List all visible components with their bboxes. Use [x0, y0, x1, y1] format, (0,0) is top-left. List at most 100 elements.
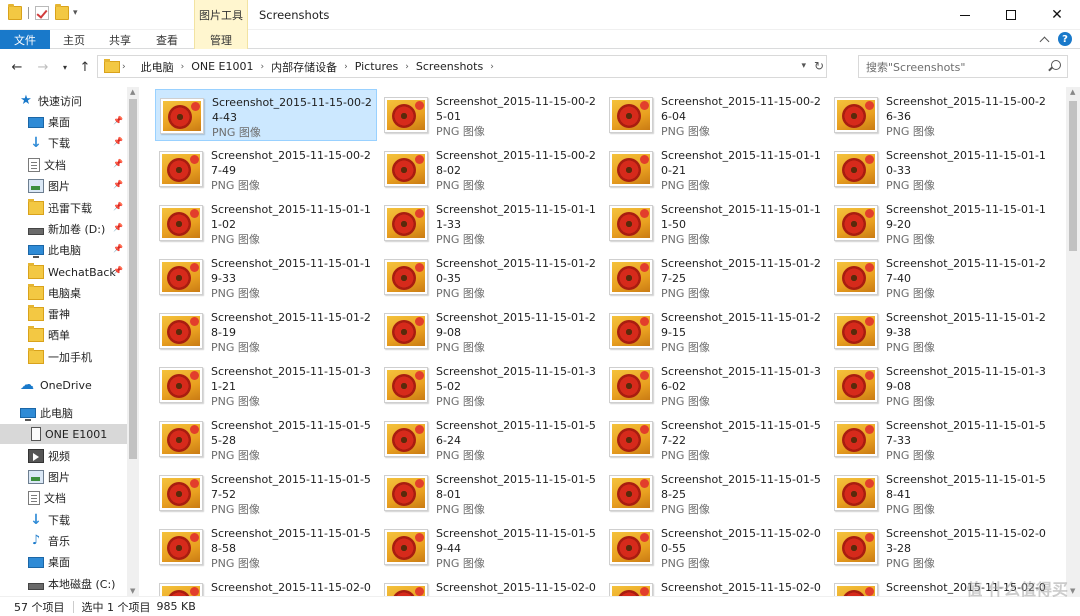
tab-home[interactable]: 主页	[53, 30, 95, 49]
nav-item[interactable]: 一加手机	[0, 347, 127, 367]
file-item[interactable]: Screenshot_2015-11-15-00-26-36 PNG 图像	[830, 89, 1052, 141]
file-item[interactable]: Screenshot_2015-11-15-02-04-4PNG 图像	[605, 575, 827, 596]
file-item[interactable]: Screenshot_2015-11-15-01-57-22 PNG 图像	[605, 413, 827, 465]
file-item[interactable]: Screenshot_2015-11-15-01-58-01 PNG 图像	[380, 467, 602, 519]
file-item[interactable]: Screenshot_2015-11-15-01-31-21 PNG 图像	[155, 359, 377, 411]
file-item[interactable]: Screenshot_2015-11-15-01-19-33 PNG 图像	[155, 251, 377, 303]
file-item[interactable]: Screenshot_2015-11-15-01-58-41 PNG 图像	[830, 467, 1052, 519]
file-item[interactable]: Screenshot_2015-11-15-02-03-4PNG 图像	[155, 575, 377, 596]
folder-icon[interactable]	[8, 4, 22, 20]
nav-item[interactable]: ★ 快速访问	[0, 91, 127, 111]
content-scrollbar[interactable]: ▲ ▼	[1066, 87, 1080, 596]
address-history-dropdown-icon[interactable]: ▾	[801, 61, 806, 71]
file-item[interactable]: Screenshot_2015-11-15-01-57-33 PNG 图像	[830, 413, 1052, 465]
file-item[interactable]: Screenshot_2015-11-15-01-27-40 PNG 图像	[830, 251, 1052, 303]
nav-item[interactable]: 视频	[0, 446, 127, 466]
content-scrollbar-thumb[interactable]	[1069, 101, 1077, 251]
chevron-right-icon[interactable]: ›	[342, 62, 350, 72]
file-item[interactable]: Screenshot_2015-11-15-01-10-21 PNG 图像	[605, 143, 827, 195]
minimize-button[interactable]	[942, 0, 988, 30]
collapse-ribbon-icon[interactable]	[1039, 36, 1050, 46]
tab-share[interactable]: 共享	[99, 30, 141, 49]
file-item[interactable]: Screenshot_2015-11-15-01-20-35 PNG 图像	[380, 251, 602, 303]
file-item[interactable]: Screenshot_2015-11-15-02-00-55 PNG 图像	[605, 521, 827, 573]
file-item[interactable]: Screenshot_2015-11-15-01-11-50 PNG 图像	[605, 197, 827, 249]
nav-item[interactable]: 此电脑	[0, 403, 127, 423]
nav-item[interactable]: ↓ 下载 📌	[0, 133, 127, 153]
file-item[interactable]: Screenshot_2015-11-15-01-11-02 PNG 图像	[155, 197, 377, 249]
file-item[interactable]: Screenshot_2015-11-15-01-10-33 PNG 图像	[830, 143, 1052, 195]
tab-view[interactable]: 查看	[146, 30, 188, 49]
forward-button[interactable]: →	[34, 58, 52, 76]
nav-item[interactable]: ☁ OneDrive	[0, 375, 127, 395]
nav-item[interactable]: 文档 📌	[0, 155, 127, 175]
breadcrumb-item[interactable]: 此电脑	[136, 59, 179, 75]
file-item[interactable]: Screenshot_2015-11-15-01-57-52 PNG 图像	[155, 467, 377, 519]
scroll-up-arrow-icon[interactable]: ▲	[130, 88, 135, 96]
file-item[interactable]: Screenshot_2015-11-15-01-19-20 PNG 图像	[830, 197, 1052, 249]
nav-item[interactable]: ↓ 下载	[0, 510, 127, 530]
maximize-button[interactable]	[988, 0, 1034, 30]
scroll-down-arrow-icon[interactable]: ▼	[1070, 587, 1075, 595]
nav-item[interactable]: 电脑桌	[0, 283, 127, 303]
nav-item[interactable]: 桌面 📌	[0, 112, 127, 132]
file-item[interactable]: Screenshot_2015-11-15-00-25-01 PNG 图像	[380, 89, 602, 141]
file-item[interactable]: Screenshot_2015-11-15-01-58-25 PNG 图像	[605, 467, 827, 519]
file-item[interactable]: Screenshot_2015-11-15-01-58-58 PNG 图像	[155, 521, 377, 573]
new-folder-icon[interactable]	[55, 4, 69, 20]
file-item[interactable]: Screenshot_2015-11-15-01-55-28 PNG 图像	[155, 413, 377, 465]
file-item[interactable]: Screenshot_2015-11-15-02-04-3PNG 图像	[380, 575, 602, 596]
tab-manage[interactable]: 管理	[194, 30, 248, 49]
chevron-right-icon[interactable]: ›	[403, 62, 411, 72]
help-icon[interactable]: ?	[1058, 32, 1072, 46]
nav-item[interactable]: 文档	[0, 488, 127, 508]
nav-item[interactable]: ONE E1001	[0, 424, 127, 444]
breadcrumb-item[interactable]: ONE E1001	[186, 60, 258, 73]
recent-locations-dropdown[interactable]: ▾	[56, 58, 74, 76]
nav-item[interactable]: 图片	[0, 467, 127, 487]
file-item[interactable]: Screenshot_2015-11-15-00-26-04 PNG 图像	[605, 89, 827, 141]
tab-file[interactable]: 文件	[0, 30, 50, 49]
properties-icon[interactable]	[35, 6, 49, 20]
nav-scrollbar-thumb[interactable]	[129, 99, 137, 459]
breadcrumb-item[interactable]: 内部存储设备	[266, 59, 342, 75]
nav-item[interactable]: 雷神	[0, 304, 127, 324]
nav-item[interactable]: 新加卷 (D:) 📌	[0, 219, 127, 239]
nav-scrollbar[interactable]: ▲ ▼	[127, 87, 139, 596]
nav-item[interactable]: 晒单	[0, 325, 127, 345]
chevron-right-icon[interactable]: ›	[120, 62, 128, 72]
file-item[interactable]: Screenshot_2015-11-15-01-35-02 PNG 图像	[380, 359, 602, 411]
up-button[interactable]: ↑	[76, 58, 94, 76]
search-input[interactable]: 搜索"Screenshots"	[858, 55, 1068, 78]
file-item[interactable]: Screenshot_2015-11-15-01-39-08 PNG 图像	[830, 359, 1052, 411]
nav-item[interactable]: 此电脑 📌	[0, 240, 127, 260]
chevron-right-icon[interactable]: ›	[259, 62, 267, 72]
address-bar[interactable]: › 此电脑 › ONE E1001 › 内部存储设备 › Pictures › Screensh…	[97, 55, 827, 78]
nav-item[interactable]: 迅雷下载 📌	[0, 198, 127, 218]
file-item[interactable]: Screenshot_2015-11-15-01-36-02 PNG 图像	[605, 359, 827, 411]
breadcrumb-item[interactable]: Pictures	[350, 60, 404, 73]
file-item[interactable]: Screenshot_2015-11-15-00-28-02 PNG 图像	[380, 143, 602, 195]
file-item[interactable]: Screenshot_2015-11-15-01-59-44 PNG 图像	[380, 521, 602, 573]
file-item[interactable]: Screenshot_2015-11-15-01-27-25 PNG 图像	[605, 251, 827, 303]
customize-toolbar-dropdown-icon[interactable]: ▾	[73, 8, 78, 18]
nav-item[interactable]: 图片 📌	[0, 176, 127, 196]
file-item[interactable]: Screenshot_2015-11-15-01-29-15 PNG 图像	[605, 305, 827, 357]
close-button[interactable]: ✕	[1034, 0, 1080, 30]
nav-item[interactable]: 桌面	[0, 552, 127, 572]
scroll-down-arrow-icon[interactable]: ▼	[130, 587, 135, 595]
scroll-up-arrow-icon[interactable]: ▲	[1070, 88, 1075, 96]
file-item[interactable]: Screenshot_2015-11-15-01-56-24 PNG 图像	[380, 413, 602, 465]
nav-item[interactable]: 本地磁盘 (C:)	[0, 574, 127, 594]
chevron-right-icon[interactable]: ›	[488, 62, 496, 72]
nav-item[interactable]: ♪ 音乐	[0, 531, 127, 551]
breadcrumb-item[interactable]: Screenshots	[411, 60, 488, 73]
file-item[interactable]: Screenshot_2015-11-15-01-28-19 PNG 图像	[155, 305, 377, 357]
refresh-icon[interactable]: ↻	[814, 59, 824, 73]
file-item[interactable]: Screenshot_2015-11-15-00-27-49 PNG 图像	[155, 143, 377, 195]
nav-item[interactable]: WechatBack 📌	[0, 262, 127, 282]
file-item[interactable]: Screenshot_2015-11-15-01-11-33 PNG 图像	[380, 197, 602, 249]
file-item[interactable]: Screenshot_2015-11-15-02-03-28 PNG 图像	[830, 521, 1052, 573]
back-button[interactable]: ←	[8, 58, 26, 76]
chevron-right-icon[interactable]: ›	[179, 62, 187, 72]
